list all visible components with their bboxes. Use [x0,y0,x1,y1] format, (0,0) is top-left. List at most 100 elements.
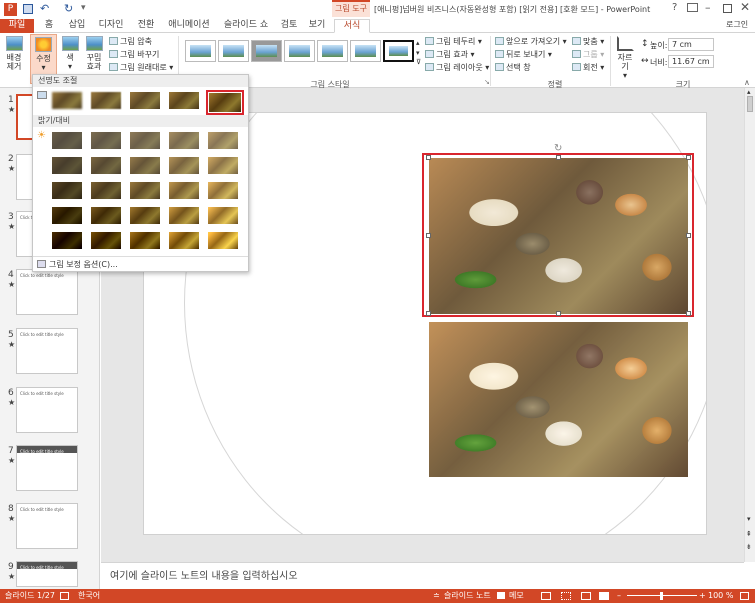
brightness-contrast-preset[interactable] [167,205,201,226]
picture-style-2[interactable] [218,40,249,62]
slide-thumbnail[interactable]: Click to edit title style [16,503,78,549]
zoom-in-icon[interactable]: + [699,589,706,603]
sharpen-preset[interactable] [128,90,162,111]
picture-style-3[interactable] [251,40,282,62]
brightness-contrast-preset[interactable] [167,230,201,251]
tab-review[interactable]: 검토 [276,19,302,33]
maximize-icon[interactable] [723,4,732,13]
notes-toggle-icon[interactable]: ≐ [433,589,440,603]
gallery-scroll-up-icon[interactable]: ▴ [416,39,420,47]
compress-pictures-button[interactable]: 그림 압축 [109,36,152,47]
slide-thumbnail[interactable]: Click to edit title style [16,387,78,433]
fit-slide-icon[interactable] [740,592,749,600]
login-link[interactable]: 로그인 [726,19,748,30]
picture-style-1[interactable] [185,40,216,62]
dialog-launcher-icon[interactable]: ↘ [484,78,490,86]
food-picture-selected[interactable] [429,158,688,314]
slide-sorter-view-icon[interactable] [561,592,571,600]
picture-style-5[interactable] [317,40,348,62]
scroll-down-icon[interactable]: ▾ [747,515,751,523]
brightness-contrast-preset[interactable] [206,230,240,251]
picture-style-7[interactable] [383,40,414,62]
tab-format[interactable]: 서식 [334,19,370,33]
tab-slideshow[interactable]: 슬라이드 쇼 [218,19,274,33]
brightness-contrast-preset[interactable] [50,155,84,176]
reset-picture-button[interactable]: 그림 원래대로 ▾ [109,62,173,73]
zoom-slider-thumb[interactable] [660,592,663,600]
scroll-up-icon[interactable]: ▴ [747,88,751,96]
brightness-contrast-preset[interactable] [128,230,162,251]
send-backward-button[interactable]: 뒤로 보내기 ▾ [495,49,552,60]
vertical-scrollbar[interactable]: ▴ ▾ ⇞ ⇟ [744,88,755,562]
language-indicator[interactable]: 한국어 [78,589,100,603]
bring-forward-button[interactable]: 앞으로 가져오기 ▾ [495,36,567,47]
brightness-contrast-preset[interactable] [50,230,84,251]
brightness-contrast-preset[interactable] [128,205,162,226]
align-button[interactable]: 맞춤 ▾ [572,36,604,47]
resize-handle[interactable] [426,233,431,238]
ribbon-display-icon[interactable] [687,3,698,12]
close-icon[interactable]: ✕ [740,0,750,14]
picture-corrections-options-link[interactable]: 그림 보정 옵션(C)... [37,259,118,270]
spelling-icon[interactable] [60,592,69,600]
tab-design[interactable]: 디자인 [94,19,128,33]
crop-button[interactable]: 자르기 ▾ [614,36,636,80]
brightness-contrast-preset[interactable] [89,180,123,201]
gallery-scroll-down-icon[interactable]: ▾ [416,49,420,57]
brightness-contrast-preset[interactable] [167,155,201,176]
slideshow-view-icon[interactable] [599,592,609,600]
brightness-contrast-preset[interactable] [128,155,162,176]
sharpen-preset[interactable] [167,90,201,111]
sharpen-preset[interactable] [206,90,244,115]
brightness-contrast-preset[interactable] [89,205,123,226]
rotate-handle-icon[interactable]: ↻ [554,143,562,154]
zoom-out-icon[interactable]: – [617,589,621,603]
brightness-contrast-preset[interactable] [206,180,240,201]
slide-thumbnail[interactable]: Click to edit title style [16,445,78,491]
gallery-expand-icon[interactable]: ⊽ [416,58,421,66]
brightness-contrast-preset[interactable] [128,180,162,201]
brightness-contrast-preset[interactable] [50,180,84,201]
sharpen-preset[interactable] [50,90,84,111]
notes-toggle-button[interactable]: 슬라이드 노트 [444,589,491,603]
picture-layout-button[interactable]: 그림 레이아웃 ▾ [425,62,489,73]
brightness-contrast-preset[interactable] [206,205,240,226]
brightness-contrast-preset[interactable] [89,130,123,151]
food-picture[interactable] [429,322,688,477]
brightness-contrast-preset[interactable] [50,205,84,226]
minimize-icon[interactable]: – [705,1,711,14]
comments-button[interactable]: 메모 [509,589,524,603]
change-picture-button[interactable]: 그림 바꾸기 [109,49,159,60]
width-input[interactable]: 11.67 cm [668,55,714,68]
picture-border-button[interactable]: 그림 테두리 ▾ [425,36,482,47]
save-icon[interactable] [23,4,33,14]
zoom-level[interactable]: 100 % [708,589,733,603]
remove-background-button[interactable]: 배경 제거 [3,36,25,71]
collapse-ribbon-icon[interactable]: ∧ [744,78,750,87]
resize-handle[interactable] [556,155,561,160]
tab-transitions[interactable]: 전환 [131,19,161,33]
brightness-contrast-preset[interactable] [167,180,201,201]
group-button[interactable]: 그룹 ▾ [572,49,604,60]
scroll-thumb[interactable] [747,96,753,112]
quick-access-more-icon[interactable]: ▾ [81,3,86,13]
brightness-contrast-preset[interactable] [167,130,201,151]
tab-file[interactable]: 파일 [0,19,34,33]
picture-effects-button[interactable]: 그림 효과 ▾ [425,49,475,60]
resize-handle[interactable] [556,311,561,316]
resize-handle[interactable] [686,233,691,238]
sharpen-preset[interactable] [89,90,123,111]
brightness-contrast-preset[interactable] [206,155,240,176]
slide-thumbnail[interactable]: Click to edit title style [16,328,78,374]
brightness-contrast-preset[interactable] [206,130,240,151]
brightness-contrast-preset[interactable] [89,155,123,176]
tab-view[interactable]: 보기 [304,19,330,33]
redo-icon[interactable]: ↻ [64,2,73,15]
notes-pane[interactable]: 여기에 슬라이드 노트의 내용을 입력하십시오 [101,562,744,589]
slide-thumbnail[interactable]: Click to edit title style [16,561,78,587]
tab-insert[interactable]: 삽입 [63,19,91,33]
picture-style-6[interactable] [350,40,381,62]
brightness-contrast-preset[interactable] [89,230,123,251]
rotate-button[interactable]: 회전 ▾ [572,62,604,73]
brightness-contrast-preset[interactable] [128,130,162,151]
